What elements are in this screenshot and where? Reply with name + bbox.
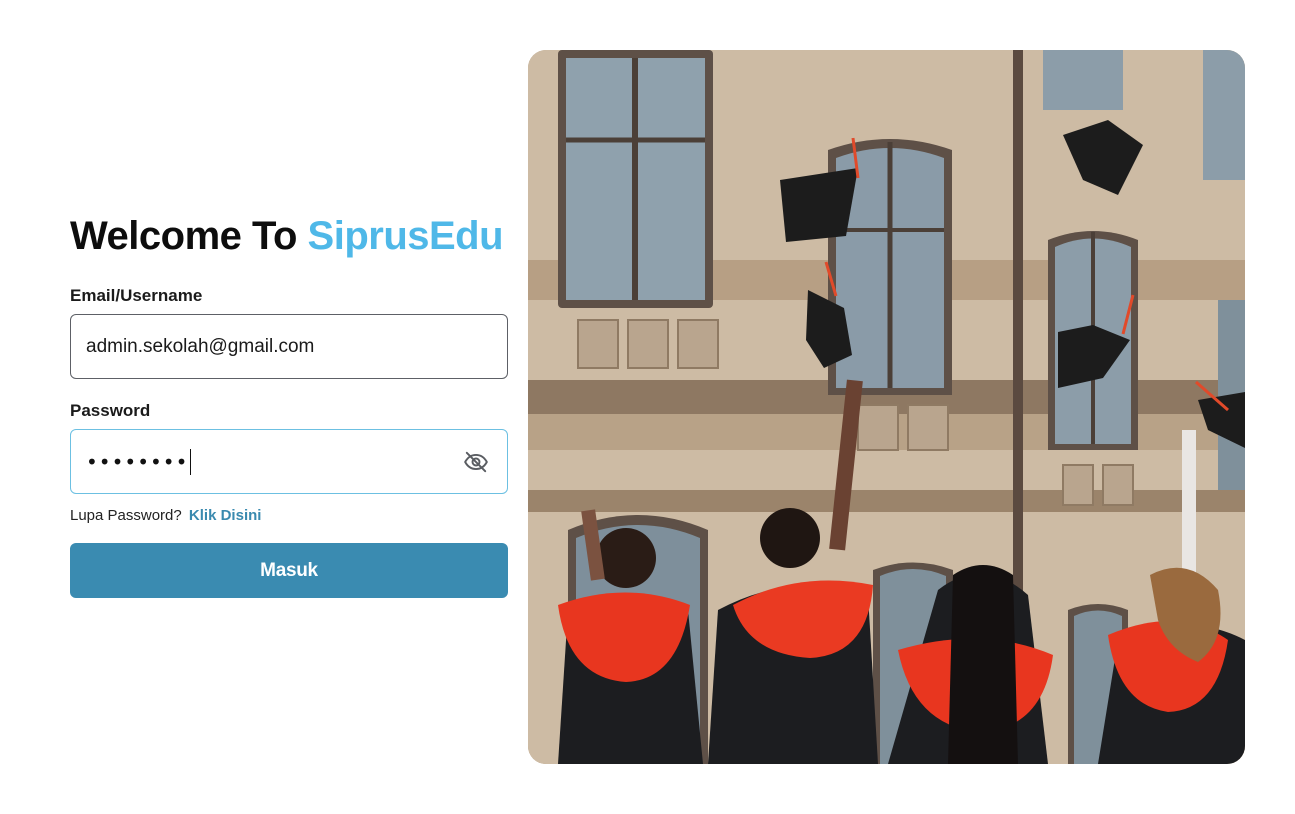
email-label: Email/Username bbox=[70, 286, 203, 305]
forgot-password-row: Lupa Password? Klik Disini bbox=[70, 507, 508, 524]
login-button[interactable]: Masuk bbox=[70, 543, 508, 598]
eye-off-icon[interactable] bbox=[463, 449, 489, 475]
password-masked-text: •••••••• bbox=[86, 449, 189, 474]
graduation-photo bbox=[528, 50, 1245, 764]
forgot-password-text: Lupa Password? bbox=[70, 507, 182, 524]
login-form: Welcome To SiprusEdu Email/Username Pass… bbox=[70, 212, 508, 598]
page-title: Welcome To SiprusEdu bbox=[70, 212, 508, 260]
email-field-box bbox=[70, 314, 508, 379]
title-prefix: Welcome To bbox=[70, 214, 297, 258]
login-page: Welcome To SiprusEdu Email/Username Pass… bbox=[0, 0, 1295, 814]
hero-image bbox=[528, 50, 1245, 764]
password-label: Password bbox=[70, 401, 151, 420]
password-field[interactable]: •••••••• bbox=[70, 429, 508, 494]
text-caret bbox=[190, 448, 192, 475]
forgot-password-link[interactable]: Klik Disini bbox=[189, 507, 262, 524]
password-value: •••••••• bbox=[86, 448, 192, 475]
email-field[interactable] bbox=[86, 326, 446, 367]
brand-name: SiprusEdu bbox=[307, 214, 504, 258]
